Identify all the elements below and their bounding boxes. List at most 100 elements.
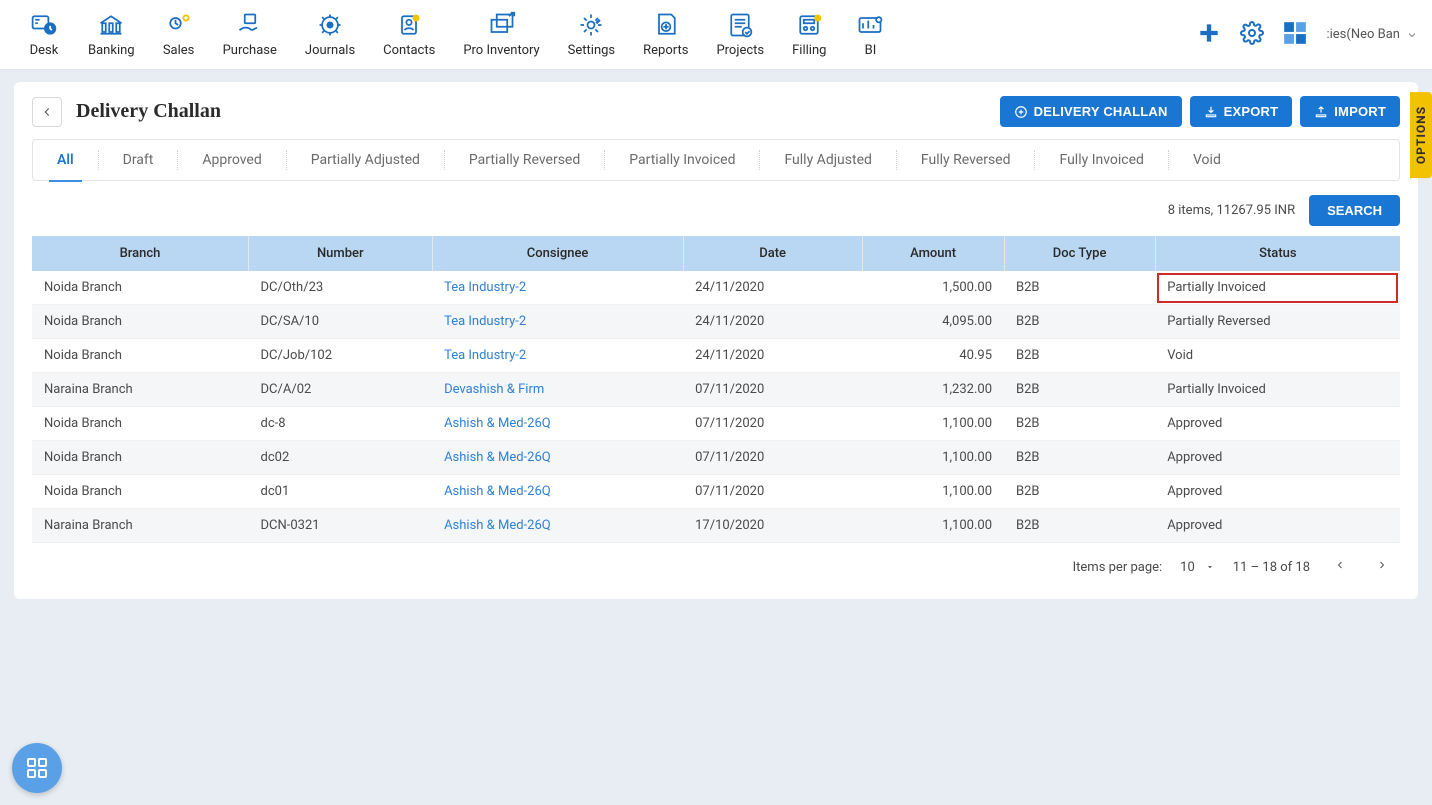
table-body: Noida BranchDC/Oth/23Tea Industry-224/11… bbox=[32, 271, 1400, 543]
col-amount[interactable]: Amount bbox=[862, 236, 1004, 271]
tab-partially-invoiced[interactable]: Partially Invoiced bbox=[605, 150, 760, 170]
cell-doctype: B2B bbox=[1004, 441, 1155, 475]
nav-item-desk[interactable]: Desk bbox=[14, 5, 74, 64]
consignee-link[interactable]: Tea Industry-2 bbox=[444, 314, 526, 329]
nav-icon bbox=[726, 11, 754, 39]
next-page-button[interactable] bbox=[1370, 555, 1394, 579]
nav-item-banking[interactable]: Banking bbox=[74, 5, 149, 64]
consignee-link[interactable]: Devashish & Firm bbox=[444, 382, 544, 397]
cell-consignee: Ashish & Med-26Q bbox=[432, 509, 683, 543]
table-row[interactable]: Noida BranchDC/Job/102Tea Industry-224/1… bbox=[32, 339, 1400, 373]
nav-label: Projects bbox=[716, 43, 764, 58]
back-button[interactable] bbox=[32, 97, 62, 127]
cell-amount: 4,095.00 bbox=[862, 305, 1004, 339]
tab-void[interactable]: Void bbox=[1169, 150, 1245, 170]
consignee-link[interactable]: Ashish & Med-26Q bbox=[444, 518, 551, 533]
consignee-link[interactable]: Tea Industry-2 bbox=[444, 280, 526, 295]
plus-circle-icon bbox=[1014, 105, 1028, 119]
table-row[interactable]: Naraina BranchDCN-0321Ashish & Med-26Q17… bbox=[32, 509, 1400, 543]
col-branch[interactable]: Branch bbox=[32, 236, 249, 271]
cell-number: dc02 bbox=[249, 441, 433, 475]
consignee-link[interactable]: Ashish & Med-26Q bbox=[444, 484, 551, 499]
cell-number: DC/Job/102 bbox=[249, 339, 433, 373]
tab-partially-adjusted[interactable]: Partially Adjusted bbox=[287, 150, 445, 170]
tab-fully-invoiced[interactable]: Fully Invoiced bbox=[1035, 150, 1168, 170]
nav-item-settings[interactable]: Settings bbox=[554, 5, 629, 64]
prev-page-button[interactable] bbox=[1328, 555, 1352, 579]
delivery-challan-table: BranchNumberConsigneeDateAmountDoc TypeS… bbox=[32, 236, 1400, 543]
cell-branch: Naraina Branch bbox=[32, 509, 249, 543]
download-icon bbox=[1204, 105, 1218, 119]
table-row[interactable]: Noida Branchdc01Ashish & Med-26Q07/11/20… bbox=[32, 475, 1400, 509]
nav-item-projects[interactable]: Projects bbox=[702, 5, 778, 64]
col-number[interactable]: Number bbox=[249, 236, 433, 271]
search-button[interactable]: SEARCH bbox=[1309, 195, 1400, 226]
nav-item-reports[interactable]: Reports bbox=[629, 5, 702, 64]
nav-label: Purchase bbox=[223, 43, 277, 58]
nav-icon bbox=[236, 11, 264, 39]
nav-item-purchase[interactable]: Purchase bbox=[209, 5, 291, 64]
cell-status: Partially Reversed bbox=[1155, 305, 1400, 339]
consignee-link[interactable]: Ashish & Med-26Q bbox=[444, 416, 551, 431]
table-row[interactable]: Naraina BranchDC/A/02Devashish & Firm07/… bbox=[32, 373, 1400, 407]
col-date[interactable]: Date bbox=[683, 236, 862, 271]
tab-all[interactable]: All bbox=[33, 150, 99, 170]
table-row[interactable]: Noida BranchDC/Oth/23Tea Industry-224/11… bbox=[32, 271, 1400, 305]
tab-draft[interactable]: Draft bbox=[99, 150, 179, 170]
nav-label: Reports bbox=[643, 43, 688, 58]
apps-fab[interactable] bbox=[12, 743, 62, 793]
cell-amount: 1,500.00 bbox=[862, 271, 1004, 305]
nav-icon bbox=[795, 11, 823, 39]
nav-item-bi[interactable]: BI bbox=[840, 5, 900, 64]
tab-approved[interactable]: Approved bbox=[178, 150, 286, 170]
col-doc-type[interactable]: Doc Type bbox=[1004, 236, 1155, 271]
nav-icon bbox=[652, 11, 680, 39]
calculator-icon[interactable] bbox=[1282, 20, 1308, 50]
cell-branch: Naraina Branch bbox=[32, 373, 249, 407]
cell-date: 24/11/2020 bbox=[683, 271, 862, 305]
cell-status: Approved bbox=[1155, 475, 1400, 509]
nav-icon bbox=[488, 11, 516, 39]
page-range: 11 – 18 of 18 bbox=[1233, 560, 1310, 575]
tab-fully-reversed[interactable]: Fully Reversed bbox=[897, 150, 1036, 170]
nav-item-contacts[interactable]: Contacts bbox=[369, 5, 449, 64]
cell-number: DCN-0321 bbox=[249, 509, 433, 543]
cell-branch: Noida Branch bbox=[32, 407, 249, 441]
chevron-right-icon bbox=[1376, 559, 1388, 571]
tab-fully-adjusted[interactable]: Fully Adjusted bbox=[760, 150, 896, 170]
table-row[interactable]: Noida Branchdc02Ashish & Med-26Q07/11/20… bbox=[32, 441, 1400, 475]
options-side-tab[interactable]: OPTIONS bbox=[1410, 92, 1432, 178]
cell-branch: Noida Branch bbox=[32, 475, 249, 509]
per-page-select[interactable]: 10 bbox=[1180, 560, 1215, 575]
table-row[interactable]: Noida BranchDC/SA/10Tea Industry-224/11/… bbox=[32, 305, 1400, 339]
nav-label: BI bbox=[865, 43, 877, 58]
table-header-row: BranchNumberConsigneeDateAmountDoc TypeS… bbox=[32, 236, 1400, 271]
cell-consignee: Devashish & Firm bbox=[432, 373, 683, 407]
upload-icon bbox=[1314, 105, 1328, 119]
cell-branch: Noida Branch bbox=[32, 339, 249, 373]
cell-number: DC/A/02 bbox=[249, 373, 433, 407]
import-button[interactable]: IMPORT bbox=[1300, 96, 1400, 127]
cell-doctype: B2B bbox=[1004, 305, 1155, 339]
nav-icon bbox=[395, 11, 423, 39]
tab-partially-reversed[interactable]: Partially Reversed bbox=[445, 150, 605, 170]
consignee-link[interactable]: Tea Industry-2 bbox=[444, 348, 526, 363]
col-consignee[interactable]: Consignee bbox=[432, 236, 683, 271]
nav-icon bbox=[856, 11, 884, 39]
cell-status: Approved bbox=[1155, 509, 1400, 543]
cell-number: DC/Oth/23 bbox=[249, 271, 433, 305]
nav-label: Sales bbox=[163, 43, 195, 58]
export-button[interactable]: EXPORT bbox=[1190, 96, 1293, 127]
col-status[interactable]: Status bbox=[1155, 236, 1400, 271]
table-row[interactable]: Noida Branchdc-8Ashish & Med-26Q07/11/20… bbox=[32, 407, 1400, 441]
consignee-link[interactable]: Ashish & Med-26Q bbox=[444, 450, 551, 465]
cell-doctype: B2B bbox=[1004, 373, 1155, 407]
company-selector[interactable]: :ies(Neo Ban bbox=[1326, 27, 1418, 42]
settings-icon[interactable] bbox=[1240, 21, 1264, 49]
new-delivery-challan-button[interactable]: DELIVERY CHALLAN bbox=[1000, 96, 1182, 127]
nav-item-pro-inventory[interactable]: Pro Inventory bbox=[449, 5, 553, 64]
nav-item-filling[interactable]: Filling bbox=[778, 5, 840, 64]
add-icon[interactable] bbox=[1196, 20, 1222, 50]
nav-item-sales[interactable]: Sales bbox=[149, 5, 209, 64]
nav-item-journals[interactable]: Journals bbox=[291, 5, 369, 64]
